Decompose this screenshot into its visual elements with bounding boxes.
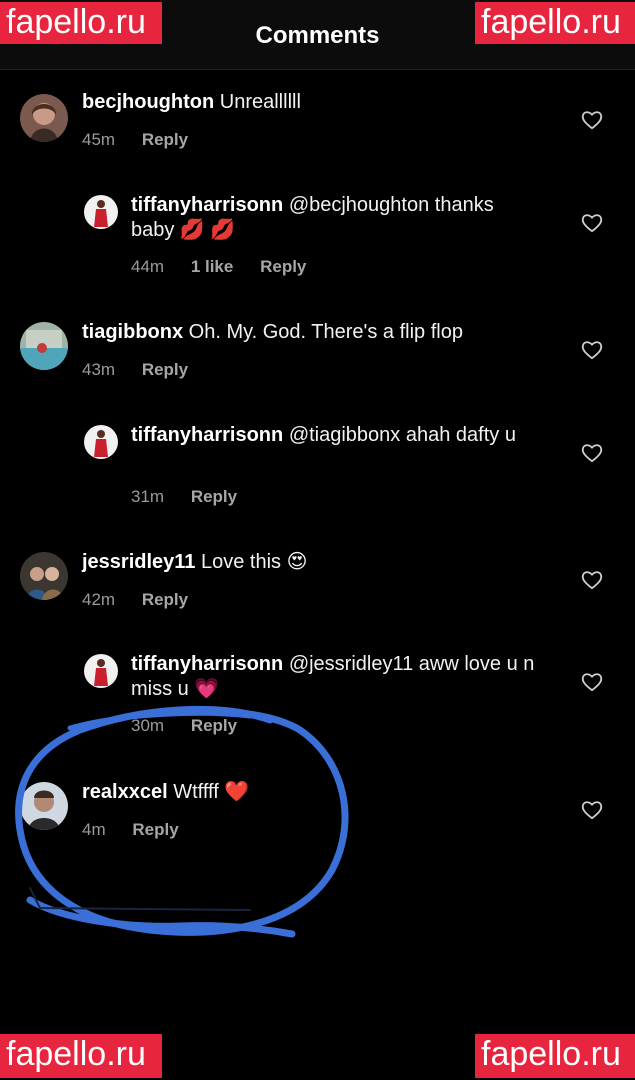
comment-body: Wtffff ❤️ — [173, 781, 250, 803]
comment-text: tiagibbonx Oh. My. God. There's a flip f… — [82, 320, 552, 345]
comments-screen: Comments fapello.ru fapello.ru fapello.r… — [0, 0, 635, 1080]
timestamp: 31m — [131, 487, 165, 506]
username[interactable]: tiffanyharrisonn — [131, 194, 283, 216]
heart-outline-icon[interactable] — [581, 110, 603, 130]
reply-button[interactable]: Reply — [132, 820, 178, 839]
reply-button[interactable]: Reply — [260, 257, 306, 276]
reply-button[interactable]: Reply — [191, 716, 237, 735]
reply-button[interactable]: Reply — [142, 130, 188, 149]
avatar[interactable] — [20, 552, 68, 600]
comment-meta: 42m Reply — [82, 590, 210, 610]
timestamp: 43m — [82, 360, 116, 379]
timestamp: 45m — [82, 130, 116, 149]
avatar[interactable] — [20, 322, 68, 370]
username[interactable]: becjhoughton — [82, 91, 214, 113]
username[interactable]: tiffanyharrisonn — [131, 653, 283, 675]
comment-text: tiffanyharrisonn @tiagibbonx ahah dafty … — [131, 423, 541, 448]
heart-outline-icon[interactable] — [581, 570, 603, 590]
heart-outline-icon[interactable] — [581, 443, 603, 463]
heart-outline-icon[interactable] — [581, 800, 603, 820]
avatar[interactable] — [84, 195, 118, 229]
comment-text: jessridley11 Love this 😍 — [82, 550, 552, 575]
comment-text: becjhoughton Unreallllll — [82, 90, 552, 115]
reply-button[interactable]: Reply — [142, 590, 188, 609]
comment-body: @tiagibbonx ahah dafty u — [288, 424, 516, 446]
comment-meta: 45m Reply — [82, 130, 210, 150]
heart-outline-icon[interactable] — [581, 672, 603, 692]
username[interactable]: realxxcel — [82, 781, 168, 803]
timestamp: 44m — [131, 257, 165, 276]
reply-button[interactable]: Reply — [142, 360, 188, 379]
heart-outline-icon[interactable] — [581, 340, 603, 360]
avatar[interactable] — [84, 425, 118, 459]
comment-meta: 43m Reply — [82, 360, 210, 380]
username[interactable]: tiffanyharrisonn — [131, 424, 283, 446]
comment-text: realxxcel Wtffff ❤️ — [82, 780, 552, 805]
comment-meta: 44m 1 like Reply — [131, 257, 328, 277]
watermark-top-left: fapello.ru — [0, 2, 162, 44]
timestamp: 42m — [82, 590, 116, 609]
username[interactable]: jessridley11 — [82, 551, 195, 573]
comment-text: tiffanyharrisonn @becjhoughton thanks ba… — [131, 193, 541, 243]
comment-meta: 31m Reply — [131, 487, 259, 507]
avatar[interactable] — [20, 94, 68, 142]
comment-body: Love this 😍 — [201, 551, 308, 573]
username[interactable]: tiagibbonx — [82, 321, 183, 343]
comment-meta: 30m Reply — [131, 716, 259, 736]
watermark-bottom-left: fapello.ru — [0, 1034, 162, 1078]
reply-button[interactable]: Reply — [191, 487, 237, 506]
avatar[interactable] — [20, 782, 68, 830]
comment-meta: 4m Reply — [82, 820, 201, 840]
comment-body: Unreallllll — [219, 91, 301, 113]
comment-body: Oh. My. God. There's a flip flop — [188, 321, 463, 343]
comment-text: tiffanyharrisonn @jessridley11 aww love … — [131, 652, 541, 702]
timestamp: 30m — [131, 716, 165, 735]
heart-outline-icon[interactable] — [581, 213, 603, 233]
avatar[interactable] — [84, 654, 118, 688]
watermark-bottom-right: fapello.ru — [475, 1034, 635, 1078]
like-count[interactable]: 1 like — [191, 257, 234, 276]
watermark-top-right: fapello.ru — [475, 2, 635, 44]
timestamp: 4m — [82, 820, 106, 839]
